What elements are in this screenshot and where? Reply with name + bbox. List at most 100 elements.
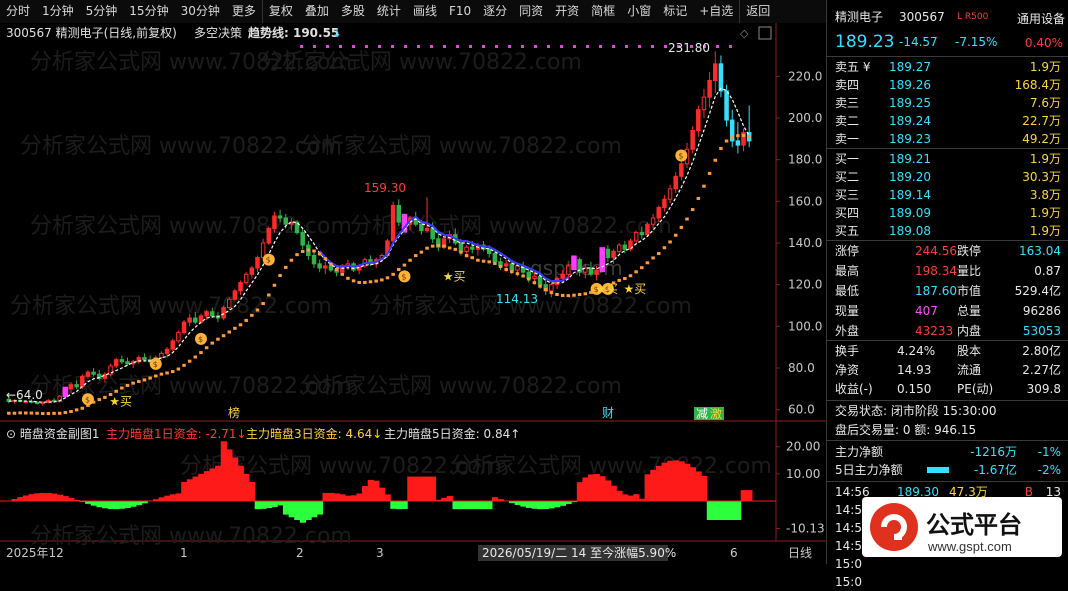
toolbar-item-3[interactable]: 15分钟 — [123, 0, 174, 23]
money-flow-bar — [136, 501, 142, 505]
support-dash — [668, 240, 672, 243]
bid-0-cell: 189.21 — [889, 150, 931, 168]
money-flow-bar — [238, 466, 244, 501]
toolbar-item-17[interactable]: 标记 — [657, 0, 693, 23]
bid-3-cell: 1.9万 — [1030, 204, 1061, 222]
money-flow-bar — [306, 501, 312, 520]
signal-dot — [729, 45, 732, 48]
candle-body — [205, 312, 209, 316]
money-flow-bar — [701, 476, 707, 501]
money-flow-bar — [198, 474, 204, 501]
buy-label: ★买 — [443, 269, 466, 283]
candle-body — [182, 322, 186, 332]
signal-dot — [313, 45, 316, 48]
marker-cai[interactable]: 财 — [602, 406, 614, 420]
x-label-date-2: 2 — [296, 546, 304, 560]
support-dash — [30, 412, 34, 415]
support-dash — [114, 390, 118, 393]
support-dash — [742, 134, 746, 137]
logo-icon: 公式平台 www.gspt.com — [862, 497, 1062, 557]
money-flow-bar — [605, 480, 611, 501]
toolbar-item-19[interactable]: 返回 — [739, 0, 776, 23]
money-flow-bar — [277, 501, 283, 505]
sub-title: ⊙ 暗盘资金副图1 — [6, 426, 100, 441]
chart-area[interactable]: 分析家公式网 www.70822.com分析家公式网 www.70822.com… — [0, 23, 826, 564]
support-dash — [18, 411, 22, 414]
signal-dot — [612, 45, 615, 48]
toolbar-item-2[interactable]: 5分钟 — [80, 0, 124, 23]
money-flow-bar — [599, 476, 605, 501]
toolbar-item-1[interactable]: 1分钟 — [36, 0, 80, 23]
toolbar-item-6[interactable]: 复权 — [262, 0, 299, 23]
main-net-cell: 主力净额 — [835, 443, 883, 461]
sub-tick-label-2: -10.13 — [786, 521, 825, 535]
signal-dot — [469, 45, 472, 48]
candle-body — [510, 264, 514, 270]
signal-dot — [534, 45, 537, 48]
money-flow-bar — [266, 501, 272, 508]
toolbar-item-13[interactable]: 同资 — [513, 0, 549, 23]
ratio-box: 0.40% — [827, 34, 1068, 52]
kline-chart[interactable]: 分析家公式网 www.70822.com分析家公式网 www.70822.com… — [0, 23, 826, 564]
toolbar-item-5[interactable]: 更多 — [226, 0, 262, 23]
candle-body — [465, 247, 469, 251]
support-dash — [465, 254, 469, 257]
support-dash — [103, 396, 107, 399]
money-flow-bar — [243, 474, 249, 501]
stat2-0: 换手4.24%股本2.80亿 — [827, 342, 1068, 360]
marker-jian[interactable]: 减 — [696, 407, 708, 421]
y-tick-label-7: 200.0 — [788, 111, 822, 125]
signal-dot — [560, 45, 563, 48]
toolbar-item-4[interactable]: 30分钟 — [175, 0, 226, 23]
toolbar-item-12[interactable]: 逐分 — [477, 0, 513, 23]
support-dash — [261, 302, 265, 305]
toolbar-item-9[interactable]: 统计 — [371, 0, 407, 23]
stat-3-cell: 407 — [915, 302, 938, 320]
money-flow-bar — [560, 501, 566, 506]
toolbar-item-15[interactable]: 简框 — [585, 0, 621, 23]
ask-4-cell: 49.2万 — [1022, 130, 1061, 148]
toolbar-item-18[interactable]: +自选 — [693, 0, 739, 23]
money-flow-bar — [486, 501, 492, 509]
money-flow-bar — [351, 495, 357, 501]
support-dash — [487, 260, 491, 263]
stat-4-cell: 外盘 — [835, 322, 859, 340]
toolbar-item-11[interactable]: F10 — [443, 0, 477, 23]
support-dash — [634, 270, 638, 273]
stat2-0-cell: 2.80亿 — [1022, 342, 1061, 360]
toolbar-item-8[interactable]: 多股 — [335, 0, 371, 23]
setting-button[interactable]: 通用设备 — [827, 10, 1068, 28]
support-dash — [205, 346, 209, 349]
divider — [827, 340, 1068, 341]
y-tick-label-5: 160.0 — [788, 194, 822, 208]
candle-body — [81, 376, 85, 386]
support-dash — [24, 411, 28, 414]
support-dash — [346, 277, 350, 280]
bid-1: 买二189.2030.3万 — [827, 168, 1068, 186]
trend-arrow-icon: ↓ — [332, 26, 342, 40]
money-flow-bar — [255, 501, 261, 509]
support-dash — [736, 134, 740, 137]
toolbar-item-7[interactable]: 叠加 — [299, 0, 335, 23]
support-dash — [730, 136, 734, 139]
sub-tick-label-0: 20.00 — [786, 440, 820, 454]
money-flow-bar — [34, 493, 40, 501]
money-flow-bar — [650, 470, 656, 501]
toolbar-item-16[interactable]: 小窗 — [621, 0, 657, 23]
toolbar-item-14[interactable]: 开资 — [549, 0, 585, 23]
tick-2-cell: 14:5 — [835, 519, 862, 537]
marker-bang[interactable]: 榜 — [228, 405, 240, 420]
support-dash — [414, 254, 418, 257]
money-flow-bar — [628, 496, 634, 501]
money-flow-bar — [695, 472, 701, 501]
toolbar-item-10[interactable]: 画线 — [407, 0, 443, 23]
candle-body — [431, 228, 435, 238]
money-flow-bar — [645, 474, 651, 501]
signal-dot — [521, 45, 524, 48]
support-dash — [52, 412, 56, 415]
toolbar-item-0[interactable]: 分时 — [0, 0, 36, 23]
marker-chi[interactable]: 激 — [710, 407, 722, 421]
stat-1: 最高198.34量比0.87 — [827, 262, 1068, 280]
ask-1: 卖四189.26168.4万 — [827, 76, 1068, 94]
support-dash — [75, 408, 79, 411]
